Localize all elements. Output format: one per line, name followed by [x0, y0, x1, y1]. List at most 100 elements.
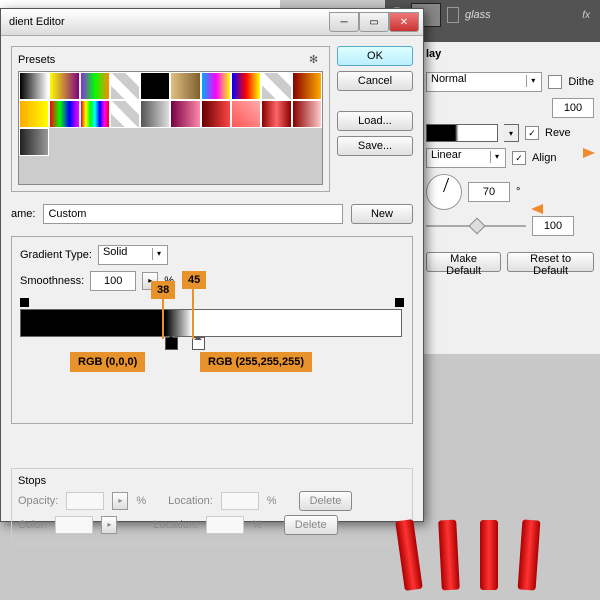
preset-empty — [292, 128, 322, 156]
preset-swatch[interactable] — [49, 72, 79, 100]
close-button[interactable]: ✕ — [389, 12, 419, 32]
load-button[interactable]: Load... — [337, 111, 413, 131]
location-label: Location: — [153, 519, 198, 531]
gradient-type-select[interactable]: Solid▾ — [98, 245, 168, 265]
opacity-input[interactable] — [552, 98, 594, 118]
preset-empty — [170, 128, 200, 156]
color-label: Color: — [18, 519, 47, 531]
gradient-dropdown-icon[interactable]: ▾ — [504, 124, 519, 142]
preset-swatch[interactable] — [201, 72, 231, 100]
name-label: ame: — [11, 208, 35, 220]
angle-unit: ° — [516, 186, 520, 198]
annotation-arrow-icon — [531, 202, 571, 216]
gear-icon[interactable] — [309, 53, 323, 67]
stops-label: Stops — [18, 475, 406, 487]
preset-swatch[interactable] — [170, 100, 200, 128]
preset-empty — [231, 156, 261, 184]
gradient-bar[interactable] — [20, 309, 404, 337]
reverse-label: Reve — [545, 127, 571, 139]
location-input — [221, 492, 259, 510]
style-select[interactable]: Linear▾ — [426, 148, 506, 168]
titlebar[interactable]: dient Editor ─ ▭ ✕ — [1, 9, 423, 36]
preset-empty — [110, 156, 140, 184]
preset-empty — [49, 156, 79, 184]
preset-swatch[interactable] — [80, 72, 110, 100]
preset-empty — [80, 128, 110, 156]
annotation-rgb-black: RGB (0,0,0) — [70, 352, 145, 372]
reset-default-button[interactable]: Reset to Default — [507, 252, 594, 272]
align-label: Align — [532, 152, 556, 164]
stepper-icon: ▸ — [101, 516, 117, 534]
preset-swatch[interactable] — [49, 100, 79, 128]
gradient-overlay-panel: lay Normal▾ Dithe ▾ ✓ Reve Linear▾ ✓ Ali… — [419, 42, 600, 354]
preset-swatch[interactable] — [80, 100, 110, 128]
location-label: Location: — [168, 495, 213, 507]
preset-empty — [140, 156, 170, 184]
make-default-button[interactable]: Make Default — [426, 252, 501, 272]
gradient-type-label: Gradient Type: — [20, 249, 92, 261]
color-stop-black[interactable] — [165, 337, 178, 350]
align-checkbox[interactable]: ✓ — [512, 151, 526, 165]
preset-swatch[interactable] — [110, 72, 140, 100]
opacity-label: Opacity: — [18, 495, 58, 507]
preset-swatch[interactable] — [19, 128, 49, 156]
save-button[interactable]: Save... — [337, 136, 413, 156]
preset-empty — [19, 156, 49, 184]
presets-group: Presets — [11, 46, 330, 192]
opacity-stop[interactable] — [20, 298, 29, 307]
preset-swatch[interactable] — [110, 100, 140, 128]
preset-empty — [231, 128, 261, 156]
opacity-input — [66, 492, 104, 510]
color-swatch — [55, 516, 93, 534]
ok-button[interactable]: OK — [337, 46, 413, 66]
layer-name[interactable]: glass — [465, 9, 491, 21]
preset-swatch[interactable] — [140, 72, 170, 100]
fx-badge[interactable]: fx — [582, 10, 596, 21]
preset-swatch[interactable] — [140, 100, 170, 128]
blend-mode-select[interactable]: Normal▾ — [426, 72, 542, 92]
preset-swatch[interactable] — [261, 72, 291, 100]
preset-swatch[interactable] — [231, 100, 261, 128]
opacity-stop[interactable] — [395, 298, 404, 307]
preset-empty — [261, 156, 291, 184]
preset-empty — [292, 156, 322, 184]
stops-group: Stops Opacity: ▸ % Location: % Delete Co… — [11, 468, 413, 546]
reverse-checkbox[interactable]: ✓ — [525, 126, 539, 140]
minimize-button[interactable]: ─ — [329, 12, 359, 32]
scale-input[interactable] — [532, 216, 574, 236]
cancel-button[interactable]: Cancel — [337, 71, 413, 91]
dither-checkbox[interactable] — [548, 75, 562, 89]
preset-empty — [140, 128, 170, 156]
preset-swatch[interactable] — [292, 72, 322, 100]
preset-empty — [261, 128, 291, 156]
preset-empty — [49, 128, 79, 156]
preset-swatch[interactable] — [292, 100, 322, 128]
dither-label: Dithe — [568, 76, 594, 88]
preset-swatch[interactable] — [261, 100, 291, 128]
name-input[interactable] — [43, 204, 343, 224]
gradient-editor-dialog: dient Editor ─ ▭ ✕ Presets OK Cancel Loa… — [0, 8, 424, 522]
annotation-line — [162, 297, 164, 339]
angle-dial[interactable] — [426, 174, 462, 210]
gradient-type-group: Gradient Type: Solid▾ Smoothness: ▸ % 38… — [11, 236, 413, 424]
panel-title: lay — [426, 48, 594, 60]
preset-empty — [80, 156, 110, 184]
preset-swatches — [18, 71, 323, 185]
preset-empty — [110, 128, 140, 156]
preset-empty — [170, 156, 200, 184]
angle-input[interactable] — [468, 182, 510, 202]
smoothness-input[interactable] — [90, 271, 136, 291]
delete-color-button: Delete — [284, 515, 338, 535]
preset-swatch[interactable] — [19, 72, 49, 100]
new-button[interactable]: New — [351, 204, 413, 224]
preset-swatch[interactable] — [19, 100, 49, 128]
gradient-preview[interactable] — [426, 124, 498, 142]
link-icon[interactable] — [447, 7, 459, 23]
smoothness-label: Smoothness: — [20, 275, 84, 287]
preset-swatch[interactable] — [170, 72, 200, 100]
preset-swatch[interactable] — [231, 72, 261, 100]
scale-slider[interactable] — [426, 225, 526, 227]
maximize-button[interactable]: ▭ — [359, 12, 389, 32]
annotation-rgb-white: RGB (255,255,255) — [200, 352, 312, 372]
preset-swatch[interactable] — [201, 100, 231, 128]
